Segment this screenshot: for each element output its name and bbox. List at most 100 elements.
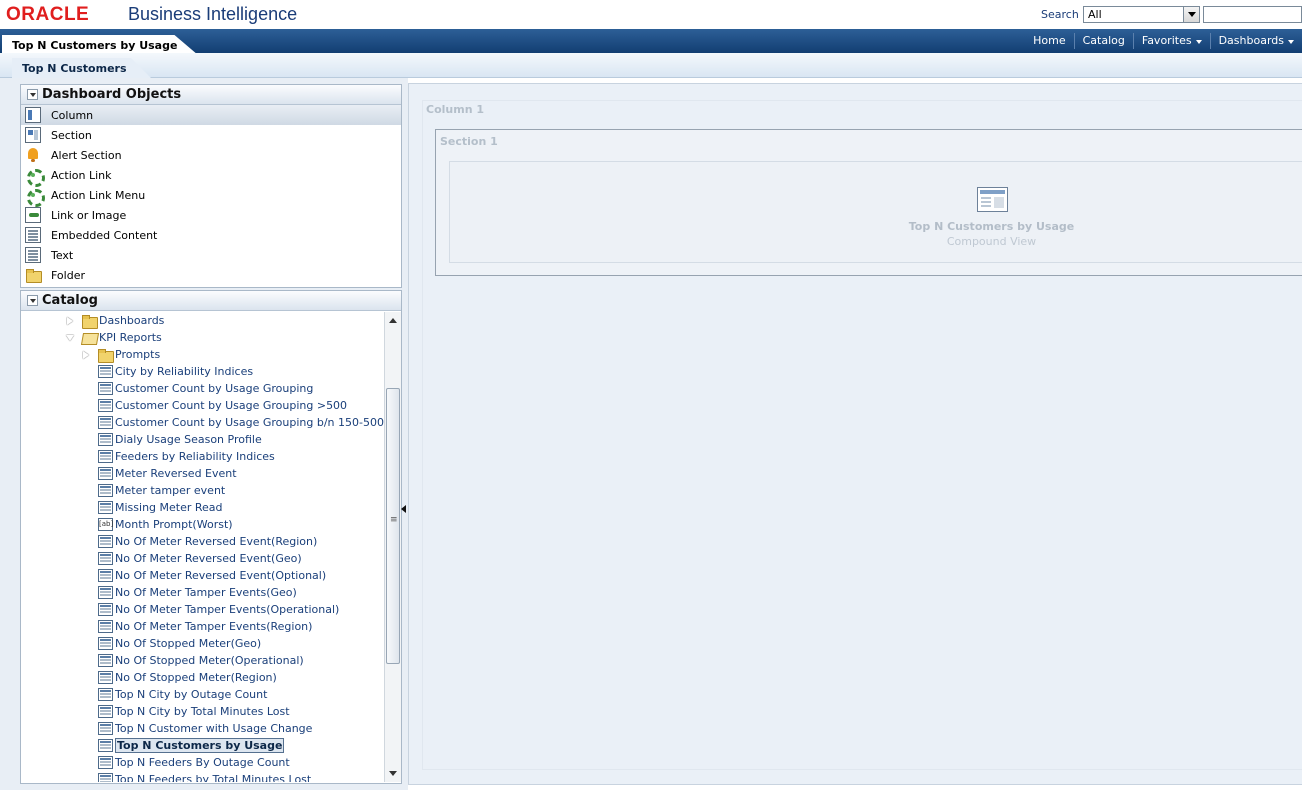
catalog-item[interactable]: Top N City by Total Minutes Lost (21, 703, 385, 720)
nav-home[interactable]: Home (1025, 33, 1073, 49)
catalog-scrollbar[interactable] (384, 312, 401, 782)
catalog-item[interactable]: [ab] Month Prompt(Worst) (21, 516, 385, 533)
catalog-item[interactable]: Top N Feeders By Outage Count (21, 754, 385, 771)
catalog-item[interactable]: No Of Meter Tamper Events(Operational) (21, 601, 385, 618)
collapse-toggle-icon[interactable] (27, 89, 38, 100)
catalog-title: Catalog (42, 293, 98, 308)
chevron-down-icon (1195, 40, 1202, 44)
catalog-item-label: Top N City by Outage Count (115, 688, 268, 701)
oracle-logo[interactable]: ORACLE (6, 4, 89, 26)
dashboard-object-link-or-image[interactable]: Link or Image (21, 205, 401, 225)
catalog-item[interactable]: Meter Reversed Event (21, 465, 385, 482)
scroll-thumb[interactable] (386, 388, 400, 664)
nav-catalog[interactable]: Catalog (1073, 33, 1133, 49)
collapse-triangle-icon[interactable] (81, 350, 91, 360)
catalog-item[interactable]: No Of Meter Reversed Event(Optional) (21, 567, 385, 584)
catalog-item[interactable]: No Of Meter Tamper Events(Region) (21, 618, 385, 635)
dashboard-object-column[interactable]: Column (21, 105, 401, 125)
search-input[interactable] (1203, 6, 1302, 23)
catalog-item-label: Customer Count by Usage Grouping b/n 150… (115, 416, 384, 429)
catalog-item[interactable]: Feeders by Reliability Indices (21, 448, 385, 465)
catalog-item-label: Prompts (115, 348, 161, 361)
catalog-tree: Dashboards KPI Reports Prompts City by Reli… (21, 312, 385, 782)
page-tab[interactable]: Top N Customers by Usage (2, 35, 198, 55)
catalog-item-label: Top N Customer with Usage Change (115, 722, 313, 735)
nav-favorites[interactable]: Favorites (1132, 33, 1210, 49)
dashboard-objects-list: Column Section Alert Section Action Link Act… (21, 105, 401, 285)
nav-dashboards[interactable]: Dashboards (1209, 33, 1302, 49)
catalog-item[interactable]: Top N Feeders by Total Minutes Lost (21, 771, 385, 782)
report-icon (98, 722, 113, 735)
catalog-item[interactable]: Top N City by Outage Count (21, 686, 385, 703)
compound-view-object[interactable]: Top N Customers by Usage Compound View (449, 161, 1302, 263)
document-icon (25, 227, 41, 243)
report-icon (98, 416, 113, 429)
report-icon (98, 671, 113, 684)
catalog-item[interactable]: No Of Stopped Meter(Region) (21, 669, 385, 686)
scroll-up-icon[interactable] (389, 318, 397, 323)
catalog-item[interactable]: No Of Meter Tamper Events(Geo) (21, 584, 385, 601)
report-icon (98, 620, 113, 633)
catalog-item[interactable]: Missing Meter Read (21, 499, 385, 516)
catalog-item-label: Top N City by Total Minutes Lost (115, 705, 290, 718)
dashboard-object-folder[interactable]: Folder (21, 265, 401, 285)
report-icon (98, 637, 113, 650)
dashboard-object-label: Section (51, 128, 92, 142)
section-container[interactable]: Section 1 Top N Customers by Usage Compo… (435, 129, 1302, 276)
catalog-item[interactable]: Top N Customer with Usage Change (21, 720, 385, 737)
catalog-item[interactable]: Top N Customers by Usage (21, 737, 385, 754)
search-scope-select[interactable]: All (1083, 6, 1200, 23)
report-icon (98, 569, 113, 582)
catalog-item[interactable]: No Of Stopped Meter(Operational) (21, 652, 385, 669)
pane-collapse-handle[interactable] (400, 492, 407, 528)
report-icon (98, 739, 113, 752)
report-icon (98, 501, 113, 514)
dashboard-object-alert-section[interactable]: Alert Section (21, 145, 401, 165)
document-icon (25, 247, 41, 263)
expand-triangle-icon[interactable] (65, 333, 75, 343)
catalog-item-label: Month Prompt(Worst) (115, 518, 233, 531)
tab-top-n-customers[interactable]: Top N Customers (12, 58, 152, 79)
catalog-header[interactable]: Catalog (21, 291, 401, 311)
dashboard-objects-header[interactable]: Dashboard Objects (21, 85, 401, 105)
catalog-item[interactable]: Meter tamper event (21, 482, 385, 499)
dashboard-page-tabs: Top N Customers (0, 53, 1302, 79)
collapse-triangle-icon[interactable] (65, 316, 75, 326)
dashboard-object-embedded-content[interactable]: Embedded Content (21, 225, 401, 245)
gear-icon (25, 167, 45, 187)
nav-label: Dashboards (1218, 34, 1284, 47)
catalog-item[interactable]: No Of Stopped Meter(Geo) (21, 635, 385, 652)
catalog-item-label: No Of Meter Tamper Events(Region) (115, 620, 313, 633)
dashboard-object-action-link[interactable]: Action Link (21, 165, 401, 187)
dashboard-object-label: Embedded Content (51, 228, 158, 242)
catalog-item-label: Dashboards (99, 314, 165, 327)
catalog-item[interactable]: Customer Count by Usage Grouping b/n 150… (21, 414, 385, 431)
catalog-item[interactable]: Customer Count by Usage Grouping >500 (21, 397, 385, 414)
catalog-item[interactable]: Dialy Usage Season Profile (21, 431, 385, 448)
catalog-item-label: Dialy Usage Season Profile (115, 433, 262, 446)
chevron-down-icon[interactable] (1183, 7, 1199, 22)
catalog-item[interactable]: City by Reliability Indices (21, 363, 385, 380)
collapse-toggle-icon[interactable] (27, 295, 38, 306)
catalog-item-label: No Of Meter Tamper Events(Operational) (115, 603, 340, 616)
product-title: Business Intelligence (128, 4, 298, 24)
catalog-folder[interactable]: KPI Reports (21, 329, 385, 346)
catalog-item[interactable]: No Of Meter Reversed Event(Region) (21, 533, 385, 550)
catalog-folder[interactable]: Prompts (21, 346, 385, 363)
search-label: Search (1041, 8, 1079, 21)
catalog-item-label: Missing Meter Read (115, 501, 223, 514)
compound-view-icon (977, 187, 1008, 212)
catalog-folder[interactable]: Dashboards (21, 312, 385, 329)
catalog-item[interactable]: No Of Meter Reversed Event(Geo) (21, 550, 385, 567)
catalog-item-label: Top N Feeders by Total Minutes Lost (115, 773, 312, 782)
catalog-item-label: Customer Count by Usage Grouping (115, 382, 314, 395)
dashboard-object-action-link-menu[interactable]: Action Link Menu (21, 185, 401, 207)
report-icon (98, 450, 113, 463)
dashboard-object-section[interactable]: Section (21, 125, 401, 145)
dashboard-object-label: Text (51, 248, 74, 262)
scroll-down-icon[interactable] (389, 771, 397, 776)
dashboard-object-text[interactable]: Text (21, 245, 401, 265)
left-pane: Dashboard Objects Column Section Alert Sec… (0, 78, 408, 790)
catalog-item[interactable]: Customer Count by Usage Grouping (21, 380, 385, 397)
catalog-item-label: Meter tamper event (115, 484, 226, 497)
